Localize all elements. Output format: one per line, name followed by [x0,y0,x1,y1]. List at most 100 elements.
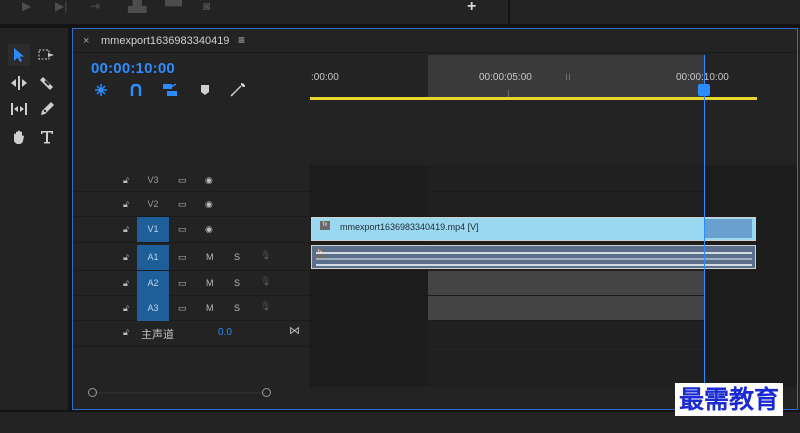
mic-icon[interactable]: 🎙︎ [260,301,271,312]
lock-icon[interactable]: 🔓︎ [123,175,129,186]
audio-waveform [316,264,752,266]
in-out-range-audio [428,271,705,321]
selection-tool[interactable] [8,44,30,66]
razor-tool[interactable] [36,72,58,94]
mic-icon[interactable]: 🎙︎ [260,250,271,261]
add-marker-button[interactable] [197,82,213,98]
solo-button[interactable]: S [234,278,240,288]
ruler-label-start: :00:00 [311,72,339,83]
slip-tool[interactable] [8,98,30,120]
snap-icon [130,83,142,96]
ruler-label-10s: 00:00:10:00 [676,72,729,83]
track-separator [73,346,797,347]
ruler-tick [569,74,570,80]
master-track-label: 主声道 [141,329,174,341]
eye-icon[interactable]: ◉ [205,175,213,186]
bowtie-icon[interactable]: ⋈ [289,324,300,337]
lock-icon[interactable]: 🔓︎ [123,327,129,338]
track-label-a2[interactable]: A2 [137,271,169,296]
track-select-tool[interactable] [36,44,58,66]
top-toolbar: ▶ ▶| ⇥ ▟▙ ▀▀ ◙ + [0,0,800,24]
solo-button[interactable]: S [234,303,240,313]
overwrite-icon[interactable]: ▀▀ [165,0,182,12]
insert-icon[interactable]: ▟▙ [128,0,146,12]
go-to-out-icon[interactable]: ⇥ [90,0,100,12]
ruler-tick [566,74,567,80]
track-separator [73,295,797,296]
audio-waveform [316,258,752,260]
track-label-v1[interactable]: V1 [137,217,169,242]
scroll-track [92,392,266,394]
settings-wrench-icon [230,83,245,97]
track-select-icon [38,49,54,60]
mic-icon[interactable]: 🎙︎ [260,276,271,287]
audio-waveform [316,252,752,254]
track-label-v2[interactable]: V2 [137,199,169,209]
track-separator [73,191,797,192]
toggle-sync-icon[interactable]: ▭ [178,303,187,314]
lock-icon[interactable]: 🔓︎ [123,224,129,235]
toggle-sync-icon[interactable]: ▭ [178,252,187,263]
type-icon [41,131,53,144]
scroll-handle-right[interactable] [262,388,271,397]
add-button-icon[interactable]: + [467,0,476,16]
playhead-line[interactable] [704,55,705,410]
watermark-logo: 最需教育 [675,383,784,416]
pen-tool[interactable] [36,98,58,120]
playhead-timecode[interactable]: 00:00:10:00 [91,60,175,77]
ripple-edit-icon [11,76,27,90]
selection-icon [14,48,24,62]
step-forward-icon[interactable]: ▶| [55,0,67,12]
razor-icon [40,77,53,90]
snap-nest-icon [95,84,107,96]
track-separator [73,270,797,271]
playhead-handle[interactable] [698,84,710,96]
eye-icon[interactable]: ◉ [205,224,213,235]
toggle-sync-icon[interactable]: ▭ [178,278,187,289]
snap-button[interactable] [128,82,144,98]
snap-nest-button[interactable] [93,82,109,98]
toggle-sync-icon[interactable]: ▭ [178,224,187,235]
mute-button[interactable]: M [206,278,214,288]
add-marker-icon [201,85,209,95]
lock-icon[interactable]: 🔓︎ [123,199,129,210]
lock-icon[interactable]: 🔓︎ [123,278,129,289]
tab-close-button[interactable]: × [83,35,89,47]
tools-panel [0,28,68,408]
scroll-handle-left[interactable] [88,388,97,397]
timeline-settings-button[interactable] [230,82,246,98]
timeline-zoom-scrollbar[interactable] [86,386,272,400]
track-headers [73,165,310,387]
track-label-a3[interactable]: A3 [137,296,169,321]
track-label-v3[interactable]: V3 [137,175,169,185]
video-clip-name: mmexport1636983340419.mp4 [V] [340,222,479,232]
export-frame-icon[interactable]: ◙ [203,0,210,12]
fx-badge-icon: fx [320,221,330,230]
pen-icon [41,102,54,115]
linked-selection-button[interactable] [162,82,178,98]
lock-icon[interactable]: 🔓︎ [123,303,129,314]
toggle-sync-icon[interactable]: ▭ [178,199,187,210]
eye-icon[interactable]: ◉ [205,199,213,210]
type-tool[interactable] [36,126,58,148]
panel-divider [508,0,510,24]
lock-icon[interactable]: 🔓︎ [123,252,129,263]
ripple-edit-tool[interactable] [8,72,30,94]
hand-icon [14,130,24,144]
play-icon[interactable]: ▶ [22,0,31,12]
tab-menu-icon[interactable]: ≡ [238,33,245,47]
mute-button[interactable]: M [206,303,214,313]
track-separator [73,320,797,321]
linked-selection-icon [163,83,177,96]
hand-tool[interactable] [8,126,30,148]
ruler-label-5s: 00:00:05:00 [479,72,532,83]
video-clip-tail [705,219,752,238]
work-area-bar[interactable] [310,97,757,100]
toggle-sync-icon[interactable]: ▭ [178,175,187,186]
track-label-a1[interactable]: A1 [137,245,169,270]
solo-button[interactable]: S [234,252,240,262]
mute-button[interactable]: M [206,252,214,262]
track-separator [73,242,797,243]
sequence-tab-title[interactable]: mmexport1636983340419 [101,35,229,47]
master-volume-value[interactable]: 0.0 [218,327,232,338]
